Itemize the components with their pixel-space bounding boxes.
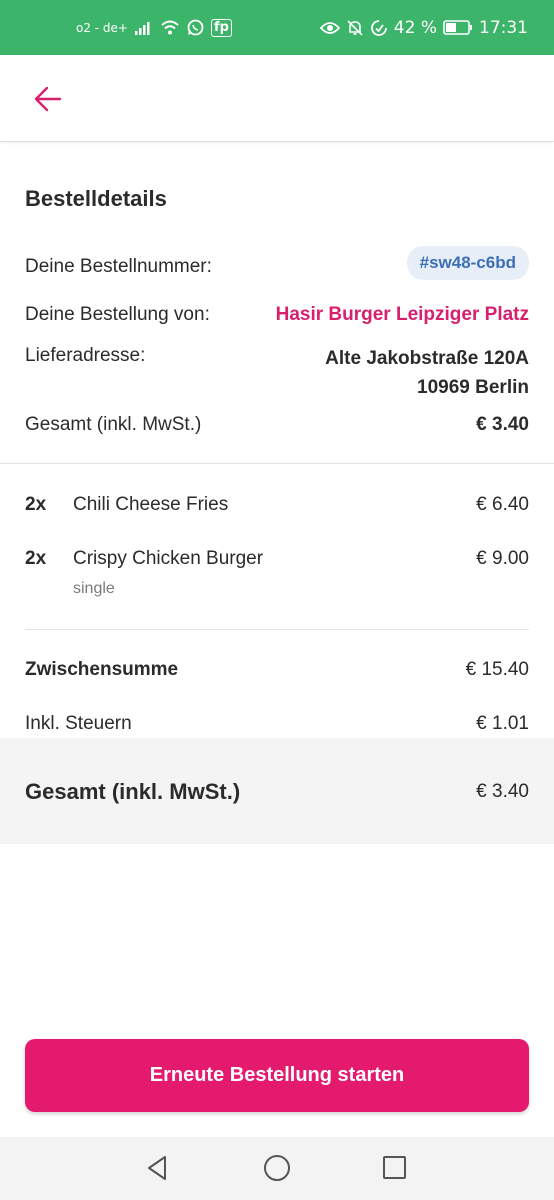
grand-total-value: € 3.40 <box>476 781 529 802</box>
app-bar <box>0 55 554 142</box>
item-option: single <box>73 580 115 597</box>
item-quantity: 2x <box>25 494 47 515</box>
whatsapp-icon <box>187 19 204 36</box>
grand-total-label: Gesamt (inkl. MwSt.) <box>25 779 241 804</box>
battery-percent: 42 % <box>393 17 437 38</box>
page-title: Bestelldetails <box>25 186 167 211</box>
recents-square-icon <box>383 1156 406 1179</box>
restaurant-name[interactable]: Hasir Burger Leipziger Platz <box>276 304 529 326</box>
divider <box>25 629 529 630</box>
list-item: 2x Crispy Chicken Burger single € 9.00 <box>25 548 529 608</box>
item-name: Crispy Chicken Burger <box>73 548 264 569</box>
address-line1: Alte Jakobstraße 120A <box>325 348 529 369</box>
arrow-left-icon <box>34 86 62 112</box>
item-name: Chili Cheese Fries <box>73 494 229 515</box>
address-label: Lieferadresse: <box>25 345 146 366</box>
subtotal-label: Zwischensumme <box>25 659 179 680</box>
restaurant-row: Deine Bestellung von: Hasir Burger Leipz… <box>25 304 529 334</box>
signal-icon <box>135 21 153 35</box>
order-number-label: Deine Bestellnummer: <box>25 256 212 277</box>
carrier-label: o2 - de+ <box>76 20 128 35</box>
item-price: € 6.40 <box>476 494 529 515</box>
divider <box>0 463 554 464</box>
list-item: 2x Chili Cheese Fries € 6.40 <box>25 494 529 524</box>
item-quantity: 2x <box>25 548 47 569</box>
status-bar: o2 - de+ fp 42 % 17:31 <box>0 0 554 55</box>
eye-icon <box>319 21 340 35</box>
tax-label: Inkl. Steuern <box>25 713 132 734</box>
item-price: € 9.00 <box>476 548 529 569</box>
nav-home-button[interactable] <box>262 1153 292 1183</box>
reorder-button-label: Erneute Bestellung starten <box>149 1064 405 1086</box>
tax-value: € 1.01 <box>476 713 529 734</box>
bell-off-icon <box>346 19 364 37</box>
battery-icon <box>443 20 473 35</box>
address-value: Alte Jakobstraße 120A 10969 Berlin <box>325 344 529 402</box>
back-button[interactable] <box>30 81 66 117</box>
tax-row: Inkl. Steuern € 1.01 <box>25 713 529 737</box>
status-bar-right: 42 % 17:31 <box>319 0 528 55</box>
reorder-button[interactable]: Erneute Bestellung starten <box>25 1039 529 1112</box>
grand-total-band: Gesamt (inkl. MwSt.) € 3.40 <box>0 738 554 844</box>
subtotal-row: Zwischensumme € 15.40 <box>25 659 529 689</box>
order-number-row: Deine Bestellnummer: #sw48-c6bd <box>25 246 529 286</box>
order-total-row: Gesamt (inkl. MwSt.) € 3.40 <box>25 414 529 444</box>
wifi-icon <box>160 20 180 35</box>
order-number-badge: #sw48-c6bd <box>406 246 529 280</box>
fp-app-icon: fp <box>211 18 232 37</box>
status-bar-left: o2 - de+ fp <box>76 0 232 55</box>
subtotal-value: € 15.40 <box>465 659 529 680</box>
order-total-value: € 3.40 <box>476 414 529 435</box>
restaurant-label: Deine Bestellung von: <box>25 304 210 325</box>
home-circle-icon <box>264 1155 290 1181</box>
nav-back-button[interactable] <box>143 1153 173 1183</box>
back-triangle-icon <box>148 1156 166 1180</box>
address-row: Lieferadresse: Alte Jakobstraße 120A 109… <box>25 345 529 405</box>
address-line2: 10969 Berlin <box>417 377 529 398</box>
order-total-label: Gesamt (inkl. MwSt.) <box>25 414 202 435</box>
system-nav-bar <box>0 1137 554 1200</box>
data-saver-icon <box>370 19 388 37</box>
nav-recents-button[interactable] <box>380 1153 410 1183</box>
clock: 17:31 <box>479 17 528 38</box>
